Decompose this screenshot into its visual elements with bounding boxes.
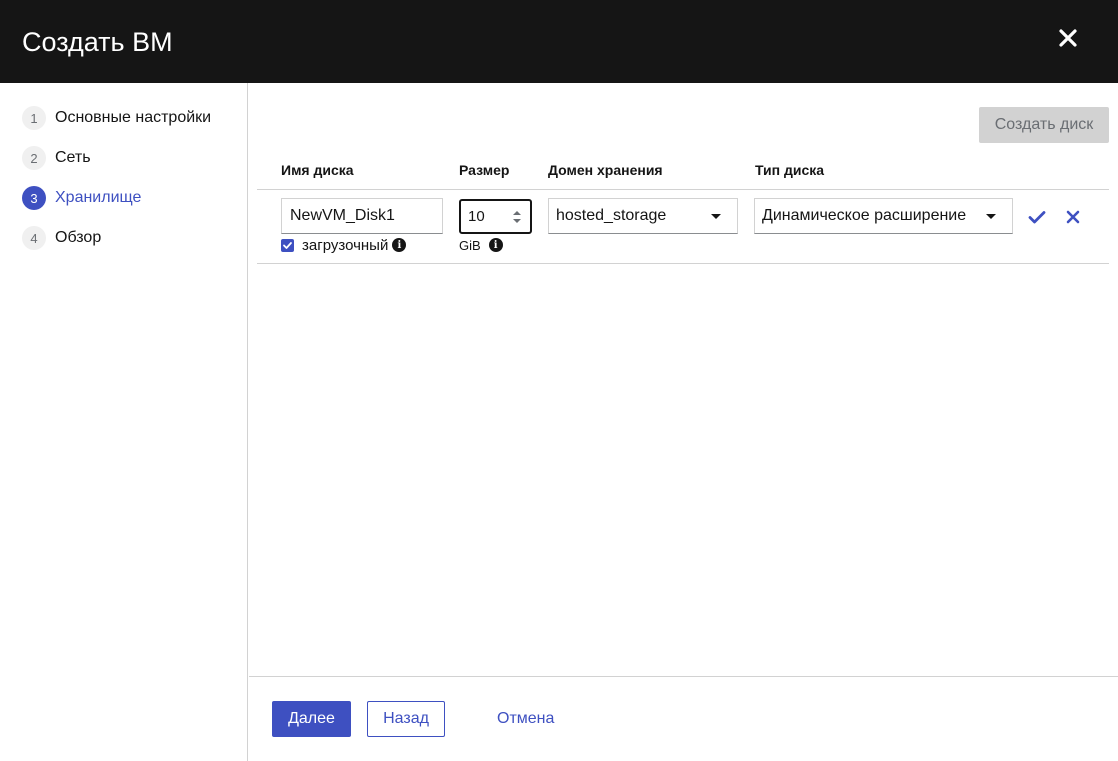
disk-type-value: Динамическое расширение bbox=[762, 207, 967, 224]
wizard-step-storage[interactable]: 3 Хранилище bbox=[22, 186, 141, 210]
checkmark-icon bbox=[283, 241, 292, 249]
wizard-step-review[interactable]: 4 Обзор bbox=[22, 226, 101, 250]
bootable-checkbox[interactable] bbox=[281, 238, 294, 252]
table-header-divider bbox=[257, 189, 1109, 190]
column-header-size: Размер bbox=[459, 162, 510, 178]
dialog-header: Создать ВМ bbox=[0, 0, 1118, 83]
step-label: Сеть bbox=[55, 149, 91, 166]
wizard-nav: 1 Основные настройки 2 Сеть 3 Хранилище … bbox=[0, 83, 248, 761]
storage-domain-value: hosted_storage bbox=[556, 207, 667, 224]
caret-down-icon bbox=[986, 214, 996, 219]
bootable-option: загрузочный i bbox=[281, 235, 407, 255]
disk-type-select[interactable]: Динамическое расширение bbox=[754, 198, 1013, 234]
check-icon[interactable] bbox=[1027, 207, 1047, 227]
disk-size-stepper[interactable]: 10 bbox=[459, 199, 532, 234]
column-header-disk-name: Имя диска bbox=[281, 162, 354, 178]
step-number: 1 bbox=[22, 106, 46, 130]
info-icon[interactable]: i bbox=[488, 238, 503, 252]
close-icon[interactable] bbox=[1056, 26, 1080, 50]
storage-panel: Создать диск Имя диска Размер Домен хран… bbox=[249, 83, 1118, 676]
step-label: Хранилище bbox=[55, 189, 142, 206]
dialog-title: Создать ВМ bbox=[22, 27, 173, 57]
back-button[interactable]: Назад bbox=[367, 701, 445, 737]
step-number: 4 bbox=[22, 226, 46, 250]
size-unit-label: GiB bbox=[459, 237, 481, 253]
wizard-step-basic-settings[interactable]: 1 Основные настройки bbox=[22, 106, 211, 130]
step-label: Обзор bbox=[55, 229, 102, 246]
next-button[interactable]: Далее bbox=[272, 701, 351, 737]
bootable-label: загрузочный bbox=[302, 236, 389, 254]
caret-down-icon bbox=[711, 214, 721, 219]
spinner-arrows-icon[interactable] bbox=[512, 208, 522, 226]
step-label: Основные настройки bbox=[55, 109, 212, 126]
disk-size-value: 10 bbox=[468, 208, 485, 225]
wizard-step-network[interactable]: 2 Сеть bbox=[22, 146, 91, 170]
create-disk-button[interactable]: Создать диск bbox=[979, 107, 1109, 143]
disk-name-input[interactable]: NewVM_Disk1 bbox=[281, 198, 443, 234]
wizard-footer: Далее Назад Отмена bbox=[249, 676, 1118, 761]
step-number: 3 bbox=[22, 186, 46, 210]
info-icon[interactable]: i bbox=[392, 238, 407, 252]
close-icon[interactable] bbox=[1063, 207, 1083, 227]
column-header-storage-domain: Домен хранения bbox=[548, 162, 663, 178]
column-header-disk-type: Тип диска bbox=[755, 162, 825, 178]
step-number: 2 bbox=[22, 146, 46, 170]
size-unit: GiB i bbox=[459, 235, 503, 255]
storage-domain-select[interactable]: hosted_storage bbox=[548, 198, 738, 234]
table-row-divider bbox=[257, 263, 1109, 264]
cancel-button[interactable]: Отмена bbox=[497, 701, 554, 737]
